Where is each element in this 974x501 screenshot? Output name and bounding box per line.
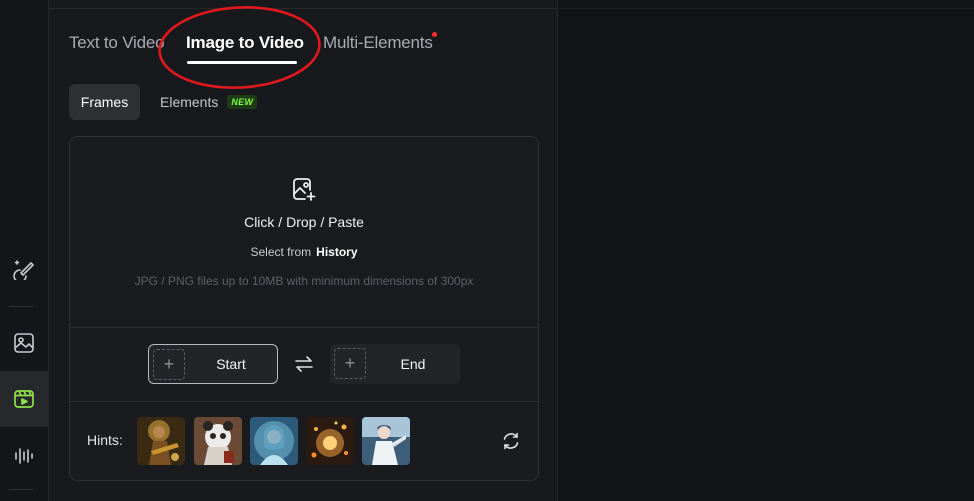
notification-dot bbox=[432, 32, 437, 37]
active-tab-underline bbox=[187, 61, 297, 64]
start-frame-label: Start bbox=[216, 356, 246, 372]
swap-arrows-icon[interactable] bbox=[294, 355, 314, 373]
end-frame-button[interactable]: + End bbox=[330, 344, 460, 384]
plus-icon: + bbox=[153, 349, 185, 380]
tab-multi-elements[interactable]: Multi-Elements bbox=[323, 33, 433, 53]
tab-image-to-video[interactable]: Image to Video bbox=[186, 33, 304, 53]
hint-thumb-1[interactable] bbox=[137, 417, 185, 465]
subtab-elements[interactable]: Elements NEW bbox=[160, 84, 258, 120]
hint-thumb-2[interactable] bbox=[194, 417, 242, 465]
new-badge: NEW bbox=[227, 95, 258, 109]
hint-thumb-4[interactable] bbox=[306, 417, 354, 465]
sidebar-item-video[interactable] bbox=[0, 371, 48, 427]
hints-label: Hints: bbox=[87, 432, 123, 448]
plus-icon: + bbox=[334, 348, 366, 379]
magic-wand-icon bbox=[13, 260, 34, 280]
sidebar-item-effects[interactable] bbox=[0, 241, 48, 297]
history-link[interactable]: History bbox=[316, 245, 357, 259]
preview-top-divider bbox=[559, 8, 974, 9]
select-from-history: Select from History bbox=[70, 245, 538, 259]
sidebar-item-audio[interactable] bbox=[0, 427, 48, 483]
left-sidebar bbox=[0, 0, 49, 501]
upload-dropzone[interactable]: Click / Drop / Paste Select from History … bbox=[70, 137, 538, 328]
end-frame-label: End bbox=[400, 356, 426, 372]
preview-area bbox=[559, 0, 974, 501]
file-requirements-note: JPG / PNG files up to 10MB with minimum … bbox=[134, 274, 474, 288]
sidebar-divider bbox=[9, 489, 33, 490]
upload-title: Click / Drop / Paste bbox=[244, 214, 364, 230]
card-divider bbox=[70, 401, 538, 402]
refresh-icon[interactable] bbox=[501, 431, 521, 451]
audio-wave-icon bbox=[15, 448, 33, 464]
hint-thumb-3[interactable] bbox=[250, 417, 298, 465]
tab-text-to-video[interactable]: Text to Video bbox=[69, 33, 165, 53]
sidebar-item-image[interactable] bbox=[0, 315, 48, 371]
start-frame-button[interactable]: + Start bbox=[148, 344, 278, 384]
sidebar-divider bbox=[9, 306, 33, 307]
upload-card: Click / Drop / Paste Select from History … bbox=[69, 136, 539, 481]
subtab-frames[interactable]: Frames bbox=[69, 84, 140, 120]
card-divider bbox=[70, 327, 538, 328]
panel-top-divider bbox=[49, 8, 558, 9]
select-prefix: Select from bbox=[250, 245, 312, 259]
subtab-elements-label: Elements bbox=[160, 94, 219, 110]
add-image-icon bbox=[293, 178, 316, 201]
image-icon bbox=[14, 333, 34, 353]
video-icon bbox=[14, 390, 34, 408]
hint-thumb-5[interactable] bbox=[362, 417, 410, 465]
